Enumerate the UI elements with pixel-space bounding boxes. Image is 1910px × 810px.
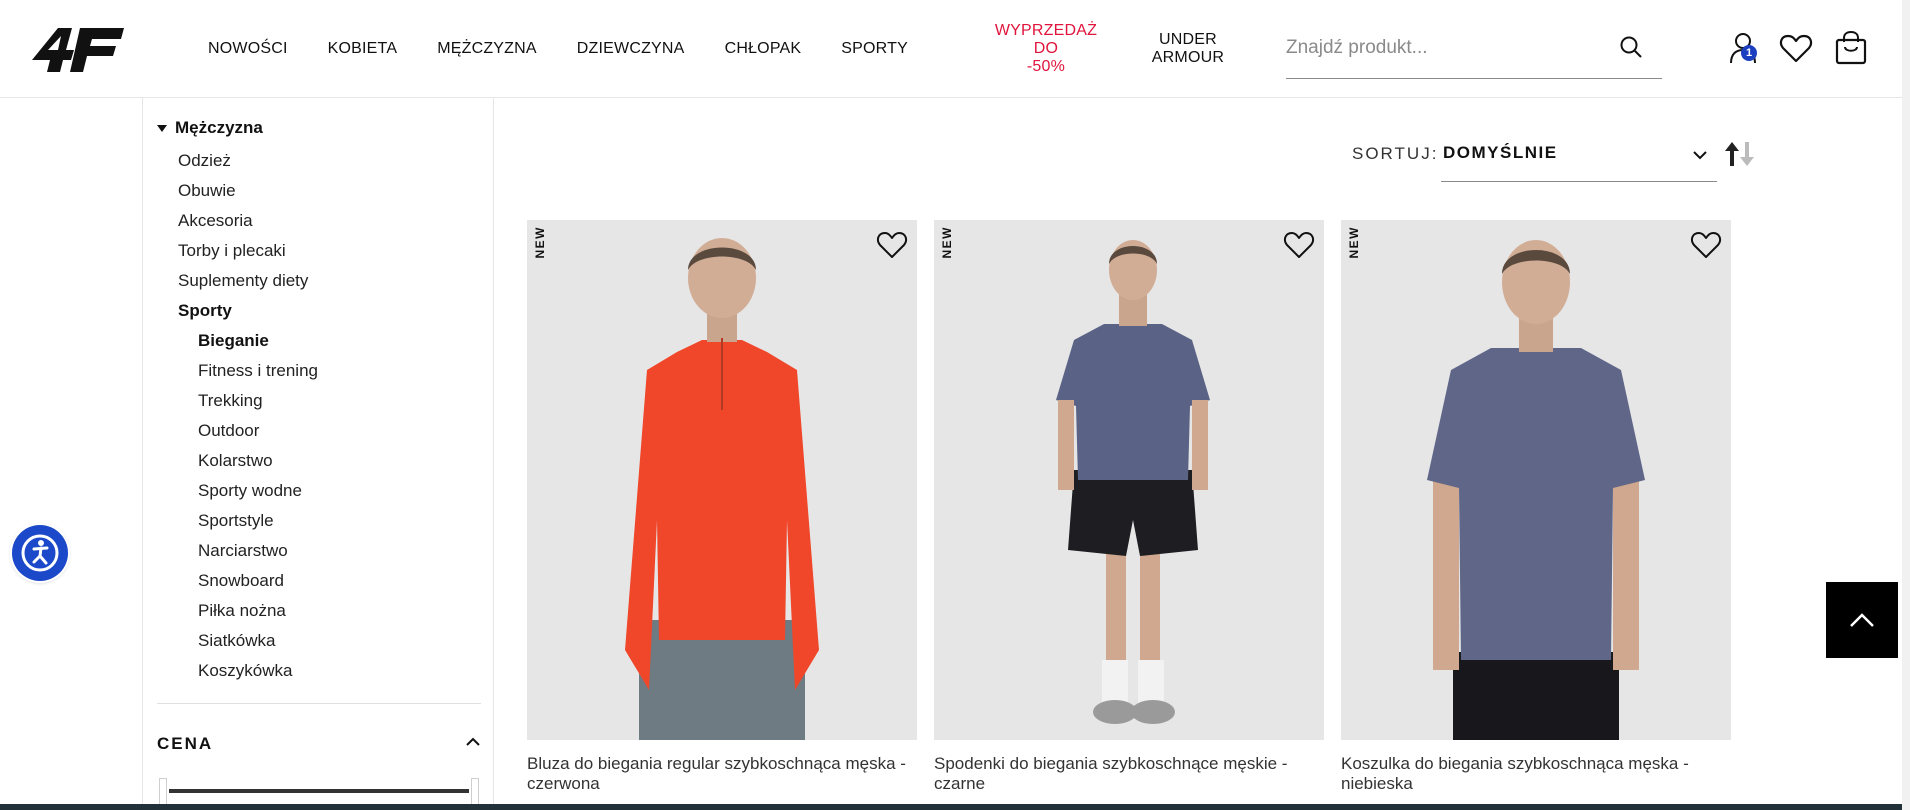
sort-label: SORTUJ:: [1352, 144, 1439, 163]
nav-item-under-armour[interactable]: UNDER ARMOUR: [1128, 31, 1248, 67]
heart-icon[interactable]: [875, 228, 909, 262]
chevron-down-icon: [1693, 151, 1707, 160]
category-item-narciarstwo[interactable]: Narciarstwo: [178, 536, 318, 566]
search-box: [1286, 22, 1662, 79]
product-name[interactable]: Bluza do biegania regular szybkoschnąca …: [527, 754, 917, 794]
price-slider-track: [169, 789, 469, 793]
category-item-sporty-wodne[interactable]: Sporty wodne: [178, 476, 318, 506]
product-card[interactable]: NEW Spodenki do biegania szybkoschnące m…: [934, 220, 1324, 810]
nav-item-mezczyzna[interactable]: MĘŻCZYZNA: [417, 40, 557, 58]
sort-value: DOMYŚLNIE: [1443, 143, 1558, 162]
caret-down-icon: [157, 124, 167, 132]
category-item-suplementy[interactable]: Suplementy diety: [178, 266, 318, 296]
logo-4f-icon: [32, 28, 124, 72]
category-item-koszykowka[interactable]: Koszykówka: [178, 656, 318, 686]
product-photo: [1341, 220, 1731, 740]
product-name[interactable]: Spodenki do biegania szybkoschnące męski…: [934, 754, 1324, 794]
chevron-up-icon: [1850, 613, 1874, 627]
product-card[interactable]: NEW Bluza do biegania regular szybkoschn…: [527, 220, 917, 810]
sale-line-2: -50%: [1026, 58, 1066, 75]
product-grid: NEW Bluza do biegania regular szybkoschn…: [527, 220, 1731, 810]
ua-line-1: UNDER: [1159, 31, 1217, 48]
ua-line-2: ARMOUR: [1151, 49, 1225, 66]
category-item-trekking[interactable]: Trekking: [178, 386, 318, 416]
product-photo: [527, 220, 917, 740]
nav-item-kobieta[interactable]: KOBIETA: [308, 40, 418, 58]
category-item-snowboard[interactable]: Snowboard: [178, 566, 318, 596]
main-nav: NOWOŚCI KOBIETA MĘŻCZYZNA DZIEWCZYNA CHŁ…: [188, 0, 1248, 98]
search-input[interactable]: [1286, 22, 1606, 74]
category-item-bieganie[interactable]: Bieganie: [178, 326, 318, 356]
accessibility-icon: [21, 534, 59, 572]
category-root-label: Mężczyzna: [175, 118, 263, 137]
brand-logo[interactable]: [28, 22, 124, 72]
category-item-outdoor[interactable]: Outdoor: [178, 416, 318, 446]
category-item-fitness[interactable]: Fitness i trening: [178, 356, 318, 386]
category-item-pilka-nozna[interactable]: Piłka nożna: [178, 596, 318, 626]
heart-icon[interactable]: [1282, 228, 1316, 262]
category-item-sportstyle[interactable]: Sportstyle: [178, 506, 318, 536]
sort-direction-icon[interactable]: [1723, 140, 1759, 168]
category-item-obuwie[interactable]: Obuwie: [178, 176, 318, 206]
category-sidebar: Mężczyzna Odzież Obuwie Akcesoria Torby …: [142, 98, 494, 810]
new-badge: NEW: [1347, 226, 1361, 259]
price-filter-title[interactable]: CENA: [157, 734, 213, 754]
category-item-kolarstwo[interactable]: Kolarstwo: [178, 446, 318, 476]
category-list: Odzież Obuwie Akcesoria Torby i plecaki …: [178, 146, 318, 686]
product-photo: [934, 220, 1324, 740]
category-root[interactable]: Mężczyzna: [157, 118, 263, 138]
nav-item-sporty[interactable]: SPORTY: [821, 40, 928, 58]
category-item-odziez[interactable]: Odzież: [178, 146, 318, 176]
heart-icon[interactable]: [1778, 30, 1814, 66]
shopping-bag-icon[interactable]: [1833, 30, 1869, 66]
new-badge: NEW: [940, 226, 954, 259]
product-image[interactable]: NEW: [934, 220, 1324, 740]
new-badge: NEW: [533, 226, 547, 259]
site-header: NOWOŚCI KOBIETA MĘŻCZYZNA DZIEWCZYNA CHŁ…: [0, 0, 1910, 98]
category-item-sporty[interactable]: Sporty: [178, 296, 318, 326]
sort-dropdown[interactable]: DOMYŚLNIE: [1441, 134, 1717, 182]
nav-item-chlopak[interactable]: CHŁOPAK: [705, 40, 822, 58]
nav-item-sale[interactable]: WYPRZEDAŻ DO -50%: [966, 22, 1126, 76]
back-to-top-button[interactable]: [1826, 582, 1898, 658]
search-icon[interactable]: [1618, 34, 1644, 60]
product-name[interactable]: Koszulka do biegania szybkoschnąca męska…: [1341, 754, 1731, 794]
nav-item-dziewczyna[interactable]: DZIEWCZYNA: [557, 40, 705, 58]
bottom-edge-bar: [0, 804, 1902, 810]
category-item-akcesoria[interactable]: Akcesoria: [178, 206, 318, 236]
product-image[interactable]: NEW: [527, 220, 917, 740]
nav-item-nowosci[interactable]: NOWOŚCI: [188, 40, 308, 58]
product-card[interactable]: NEW Koszulka do biegania szybkoschnąca m…: [1341, 220, 1731, 810]
sale-line-1: WYPRZEDAŻ DO: [994, 22, 1098, 57]
accessibility-button[interactable]: [12, 525, 68, 581]
category-item-siatkowka[interactable]: Siatkówka: [178, 626, 318, 656]
category-item-torby[interactable]: Torby i plecaki: [178, 236, 318, 266]
product-image[interactable]: NEW: [1341, 220, 1731, 740]
chevron-up-icon[interactable]: [465, 734, 481, 750]
heart-icon[interactable]: [1689, 228, 1723, 262]
sidebar-divider: [157, 703, 481, 704]
user-notification-badge: 1: [1741, 45, 1757, 61]
page-scrollbar[interactable]: [1902, 0, 1910, 810]
